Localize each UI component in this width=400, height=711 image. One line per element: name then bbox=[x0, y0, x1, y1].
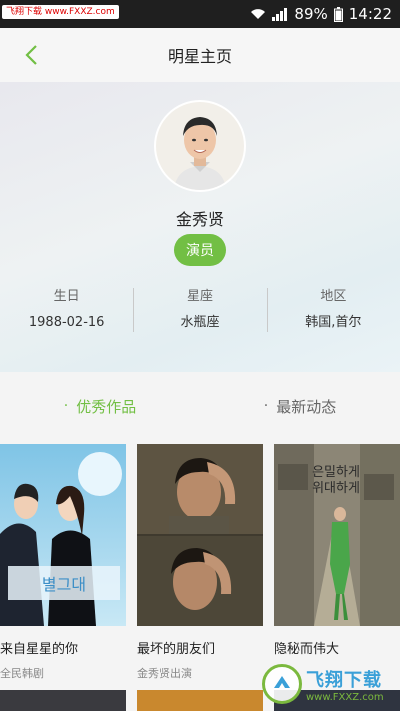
info-birthday: 生日 1988-02-16 bbox=[0, 288, 133, 332]
clock: 14:22 bbox=[348, 5, 392, 23]
work-title: 隐秘而伟大 bbox=[274, 642, 340, 657]
battery-icon bbox=[333, 6, 343, 22]
poster-image[interactable] bbox=[137, 444, 263, 626]
star-name: 金秀贤 bbox=[175, 210, 224, 229]
tab-news[interactable]: · 最新动态 bbox=[200, 380, 400, 432]
wifi-icon bbox=[250, 8, 266, 20]
logo-text: 飞翔下载 bbox=[306, 669, 382, 691]
avatar[interactable] bbox=[156, 102, 244, 190]
tab-bar: · 优秀作品 · 最新动态 bbox=[0, 380, 400, 432]
info-label: 星座 bbox=[186, 289, 213, 304]
work-subtitle: 金秀贤出演 bbox=[137, 667, 192, 680]
info-label: 地区 bbox=[320, 289, 347, 304]
svg-text:별그대: 별그대 bbox=[42, 575, 86, 594]
dot-icon: · bbox=[63, 398, 69, 414]
work-card[interactable]: 은밀하게 위대하게 隐秘而伟大 bbox=[274, 444, 400, 665]
poster-image[interactable] bbox=[0, 690, 126, 711]
site-logo: 飞翔下载 www.FXXZ.com bbox=[262, 660, 400, 708]
poster-image[interactable]: 별그대 bbox=[0, 444, 126, 626]
info-label: 生日 bbox=[53, 289, 80, 304]
info-value: 水瓶座 bbox=[180, 315, 220, 330]
nav-bar: 明星主页 bbox=[0, 28, 400, 82]
work-card[interactable]: 별그대 来自星星的你 全民韩剧 bbox=[0, 444, 126, 681]
poster-image[interactable] bbox=[137, 690, 263, 711]
page-title: 明星主页 bbox=[167, 47, 232, 66]
info-value: 韩国,首尔 bbox=[305, 315, 362, 330]
poster-image[interactable]: 은밀하게 위대하게 bbox=[274, 444, 400, 626]
info-value: 1988-02-16 bbox=[28, 315, 105, 330]
work-title: 最坏的朋友们 bbox=[137, 642, 216, 657]
tab-label: 优秀作品 bbox=[76, 397, 137, 416]
svg-text:위대하게: 위대하게 bbox=[312, 481, 360, 496]
status-bar: 飞翔下载 www.FXXZ.com 89% 14:22 bbox=[0, 0, 400, 28]
watermark-label: 飞翔下载 www.FXXZ.com bbox=[2, 5, 119, 19]
tab-works[interactable]: · 优秀作品 bbox=[0, 380, 200, 432]
back-button[interactable] bbox=[16, 40, 46, 70]
work-subtitle: 全民韩剧 bbox=[0, 667, 44, 680]
profile-header: 金秀贤 演员 生日 1988-02-16 星座 水瓶座 地区 韩国,首尔 bbox=[0, 82, 400, 372]
dot-icon: · bbox=[263, 398, 269, 414]
svg-text:은밀하게: 은밀하게 bbox=[312, 465, 360, 480]
signal-icon bbox=[272, 7, 288, 21]
work-title: 来自星星的你 bbox=[0, 642, 79, 657]
info-zodiac: 星座 水瓶座 bbox=[133, 288, 266, 332]
tab-label: 最新动态 bbox=[276, 397, 337, 416]
info-region: 地区 韩国,首尔 bbox=[266, 288, 400, 332]
work-card[interactable]: 最坏的朋友们 金秀贤出演 bbox=[137, 444, 263, 681]
battery-percent: 89% bbox=[294, 5, 328, 23]
chevron-left-icon bbox=[25, 45, 37, 65]
info-row: 生日 1988-02-16 星座 水瓶座 地区 韩国,首尔 bbox=[0, 288, 400, 332]
role-badge[interactable]: 演员 bbox=[174, 234, 226, 266]
logo-url: www.FXXZ.com bbox=[306, 691, 384, 703]
logo-icon bbox=[262, 664, 302, 704]
